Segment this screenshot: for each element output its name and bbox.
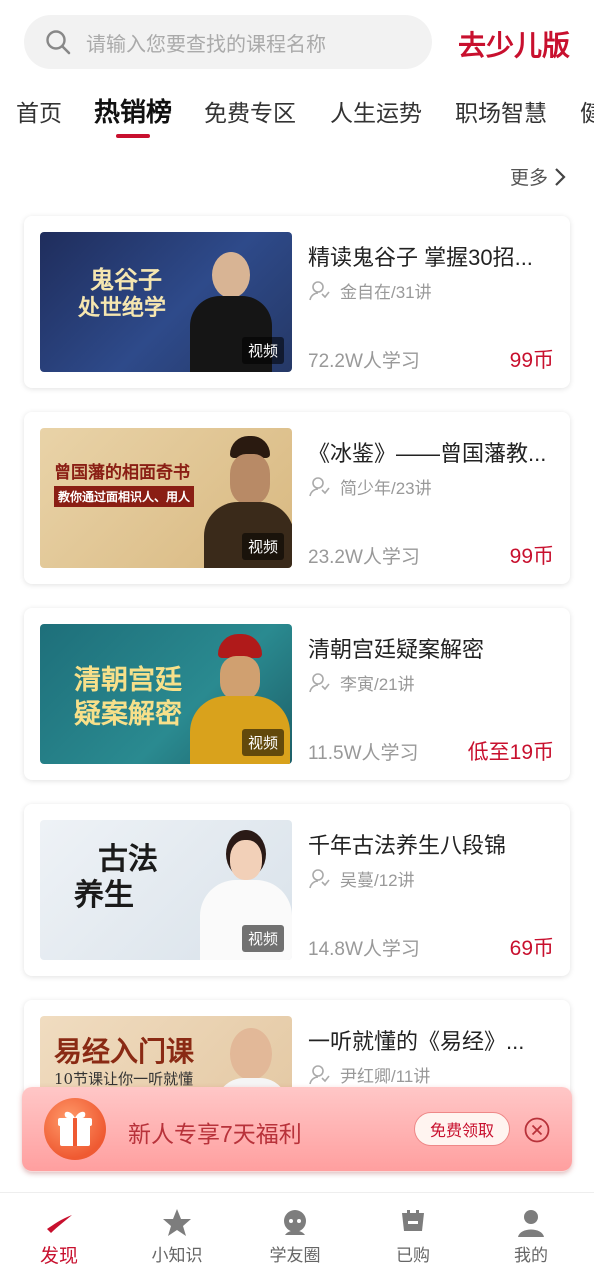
- thumbnail-text: 疑案解密: [74, 699, 182, 730]
- nav-item-purchased[interactable]: 已购: [354, 1193, 472, 1280]
- purchased-icon: [402, 1210, 424, 1231]
- nav-item-tips[interactable]: 小知识: [118, 1193, 236, 1280]
- author-text: 尹红卿/11讲: [340, 1067, 431, 1086]
- close-icon[interactable]: [524, 1117, 550, 1143]
- promo-text: 新人专享7天福利: [128, 1121, 302, 1147]
- video-badge: 视频: [241, 925, 284, 952]
- top-bar: 请输入您要查找的课程名称 去少儿版: [0, 0, 594, 84]
- nav-item-discover[interactable]: 发现: [0, 1193, 118, 1280]
- thumbnail-text: 曾国藩的相面奇书: [54, 463, 190, 483]
- thumbnail-text: 易经入门课: [54, 1035, 195, 1068]
- nav-item-profile[interactable]: 我的: [472, 1193, 590, 1280]
- category-tabs: 首页 热销榜 免费专区 人生运势 职场智慧 健: [0, 84, 594, 144]
- user-icon: [309, 1064, 330, 1084]
- user-icon: [309, 476, 330, 496]
- more-link[interactable]: 更多: [510, 163, 566, 190]
- nav-label: 小知识: [151, 1246, 203, 1265]
- nav-item-community[interactable]: 学友圈: [236, 1193, 354, 1280]
- course-author: 简少年/23讲: [308, 474, 432, 499]
- search-bar[interactable]: 请输入您要查找的课程名称: [24, 15, 432, 69]
- community-icon: [284, 1210, 306, 1235]
- author-text: 李寅/21讲: [340, 675, 415, 694]
- thumbnail-text: 处世绝学: [78, 295, 167, 321]
- course-author: 金自在/31讲: [308, 278, 432, 303]
- course-title[interactable]: 一听就懂的《易经》...: [308, 1024, 554, 1056]
- course-thumbnail[interactable]: 古法 养生 视频: [40, 820, 292, 960]
- tab-health[interactable]: 健: [580, 94, 594, 128]
- tab-bestsellers[interactable]: 热销榜: [94, 92, 172, 129]
- course-card[interactable]: 鬼谷子 处世绝学 视频 精读鬼谷子 掌握30招... 金自在/31讲 72.2W…: [24, 216, 570, 388]
- video-badge: 视频: [241, 729, 284, 756]
- bottom-navigation: 发现 小知识 学友圈 已购 我的: [0, 1192, 594, 1280]
- course-title[interactable]: 清朝宫廷疑案解密: [308, 632, 554, 664]
- author-text: 金自在/31讲: [340, 283, 432, 302]
- course-title[interactable]: 《冰鉴》——曾国藩教...: [308, 436, 554, 468]
- course-price: 低至19币: [467, 741, 554, 764]
- thumbnail-text: 10节课让你一听就懂: [54, 1070, 194, 1088]
- video-badge: 视频: [241, 533, 284, 560]
- student-count: 72.2W人学习: [308, 351, 420, 372]
- nav-label: 学友圈: [269, 1246, 321, 1265]
- course-thumbnail[interactable]: 曾国藩的相面奇书 教你通过面相识人、用人 视频: [40, 428, 292, 568]
- user-icon: [309, 868, 330, 888]
- course-author: 尹红卿/11讲: [308, 1062, 430, 1087]
- search-icon: [44, 28, 72, 56]
- thumbnail-text: 教你通过面相识人、用人: [54, 486, 195, 507]
- author-text: 吴蔓/12讲: [340, 871, 415, 890]
- more-label: 更多: [509, 168, 548, 189]
- course-title[interactable]: 千年古法养生八段锦: [308, 828, 554, 860]
- tab-fortune[interactable]: 人生运势: [330, 94, 422, 128]
- search-placeholder[interactable]: 请输入您要查找的课程名称: [86, 28, 326, 57]
- course-title[interactable]: 精读鬼谷子 掌握30招...: [308, 240, 554, 272]
- student-count: 14.8W人学习: [308, 939, 420, 960]
- course-author: 吴蔓/12讲: [308, 866, 415, 891]
- course-thumbnail[interactable]: 清朝宫廷 疑案解密 视频: [40, 624, 292, 764]
- student-count: 23.2W人学习: [308, 547, 420, 568]
- tab-free[interactable]: 免费专区: [204, 94, 296, 128]
- user-icon: [309, 280, 330, 300]
- nav-label: 发现: [39, 1246, 78, 1267]
- course-thumbnail[interactable]: 鬼谷子 处世绝学 视频: [40, 232, 292, 372]
- video-badge: 视频: [241, 337, 284, 364]
- discover-icon: [47, 1215, 72, 1233]
- star-icon: [163, 1209, 191, 1236]
- course-price: 99币: [509, 545, 554, 568]
- tab-career[interactable]: 职场智慧: [455, 94, 547, 128]
- course-price: 69币: [509, 937, 554, 960]
- claim-free-button[interactable]: 免费领取: [414, 1112, 510, 1146]
- author-text: 简少年/23讲: [340, 479, 432, 498]
- nav-label: 已购: [396, 1246, 430, 1265]
- profile-icon: [518, 1210, 544, 1237]
- course-card[interactable]: 古法 养生 视频 千年古法养生八段锦 吴蔓/12讲 14.8W人学习 69币: [24, 804, 570, 976]
- chevron-right-icon: [555, 167, 566, 186]
- student-count: 11.5W人学习: [308, 743, 419, 764]
- tab-home[interactable]: 首页: [16, 94, 62, 128]
- thumbnail-text: 养生: [74, 878, 134, 913]
- user-icon: [309, 672, 330, 692]
- course-price: 99币: [509, 349, 554, 372]
- gift-icon: [44, 1098, 106, 1160]
- nav-label: 我的: [514, 1246, 548, 1265]
- course-author: 李寅/21讲: [308, 670, 415, 695]
- active-tab-indicator: [116, 134, 150, 138]
- new-user-promo-banner[interactable]: 新人专享7天福利 免费领取: [22, 1087, 572, 1171]
- kids-version-link[interactable]: 去少儿版: [458, 24, 570, 64]
- course-card[interactable]: 清朝宫廷 疑案解密 视频 清朝宫廷疑案解密 李寅/21讲 11.5W人学习 低至…: [24, 608, 570, 780]
- course-card[interactable]: 曾国藩的相面奇书 教你通过面相识人、用人 视频 《冰鉴》——曾国藩教... 简少…: [24, 412, 570, 584]
